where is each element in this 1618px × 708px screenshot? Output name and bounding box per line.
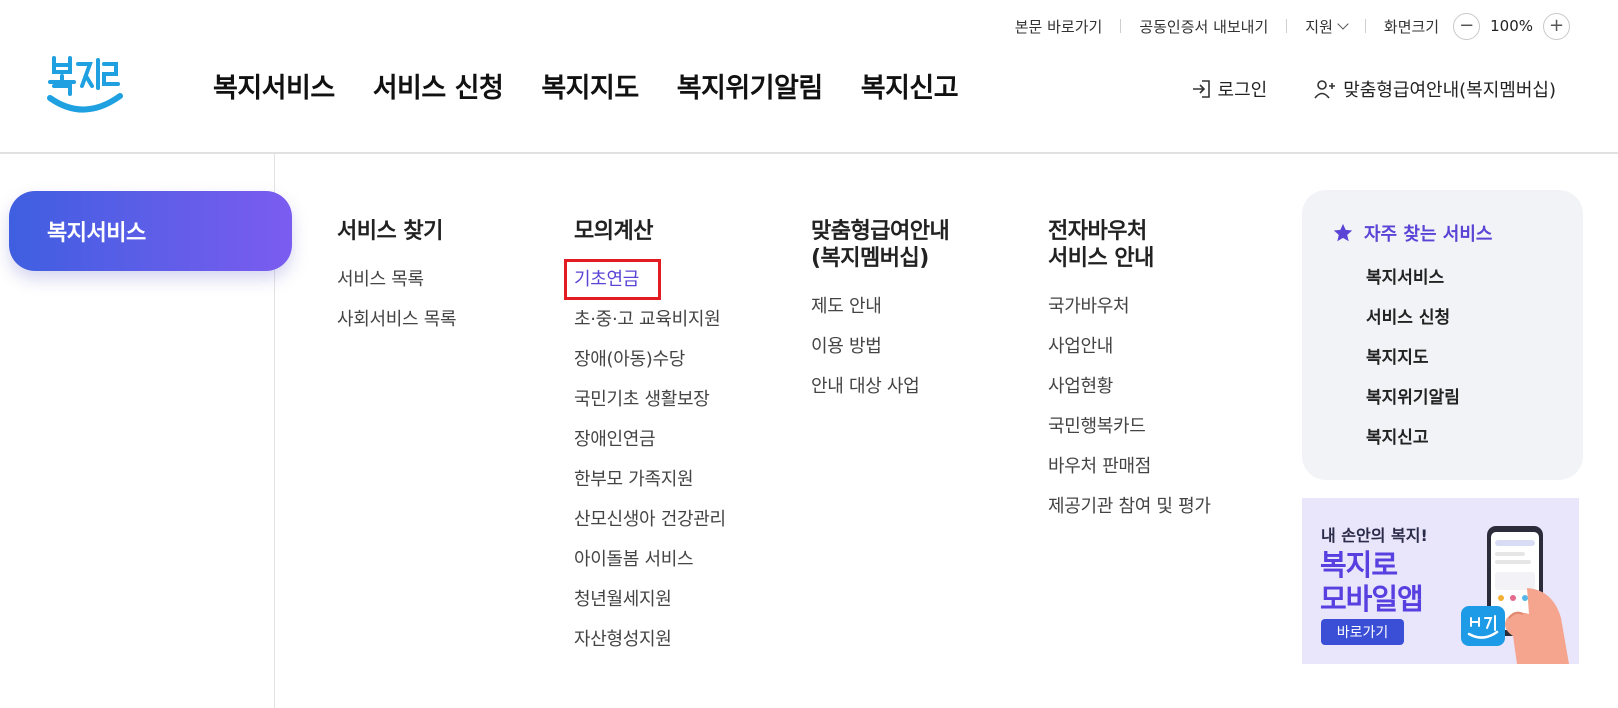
zoom-out-button[interactable]: − bbox=[1453, 12, 1481, 40]
star-icon bbox=[1333, 223, 1353, 242]
login-icon bbox=[1192, 80, 1210, 98]
membership-link[interactable]: 맞춤형급여안내(복지멤버십) bbox=[1313, 76, 1556, 102]
column-title: 서비스 찾기 bbox=[337, 219, 443, 244]
skip-to-content-link[interactable]: 본문 바로가기 bbox=[1015, 16, 1103, 37]
menu-item-national-voucher[interactable]: 국가바우처 bbox=[1048, 294, 1211, 334]
menu-list: 국가바우처 사업안내 사업현황 국민행복카드 바우처 판매점 제공기관 참여 및… bbox=[1048, 294, 1211, 534]
menu-item-social-service-list[interactable]: 사회서비스 목록 bbox=[337, 307, 457, 347]
selected-category-pill[interactable]: 복지서비스 bbox=[9, 191, 292, 271]
banner-subtitle: 내 손안의 복지! bbox=[1321, 526, 1428, 545]
menu-column-simulation: 모의계산 기초연금 초·중·고 교육비지원 장애(아동)수당 국민기초 생활보장… bbox=[564, 218, 726, 667]
menu-item-service-list[interactable]: 서비스 목록 bbox=[337, 267, 456, 307]
divider bbox=[1286, 19, 1288, 33]
menu-item-provider-evaluation[interactable]: 제공기관 참여 및 평가 bbox=[1048, 494, 1211, 534]
favorite-item-crisis-alert[interactable]: 복지위기알림 bbox=[1366, 386, 1460, 426]
cert-export-link[interactable]: 공동인증서 내보내기 bbox=[1139, 16, 1268, 37]
menu-list: 제도 안내 이용 방법 안내 대상 사업 bbox=[811, 294, 949, 414]
banner-title-line1: 복지로 bbox=[1320, 548, 1398, 582]
phone-in-hand-illustration bbox=[1461, 526, 1569, 664]
favorite-item-welfare-report[interactable]: 복지신고 bbox=[1366, 426, 1460, 466]
menu-item-system-guide[interactable]: 제도 안내 bbox=[811, 294, 949, 334]
bokjiro-logo-icon bbox=[47, 56, 123, 113]
banner-title-line2: 모바일앱 bbox=[1320, 582, 1424, 616]
menu-item-program-guide[interactable]: 사업안내 bbox=[1048, 334, 1211, 374]
menu-item-disability-pension[interactable]: 장애인연금 bbox=[574, 427, 726, 467]
left-panel: 복지서비스 bbox=[0, 154, 292, 708]
banner-go-button[interactable]: 바로가기 bbox=[1321, 619, 1404, 645]
menu-item-youth-rent[interactable]: 청년월세지원 bbox=[574, 587, 726, 627]
menu-item-childcare[interactable]: 아이돌봄 서비스 bbox=[574, 547, 726, 587]
login-link[interactable]: 로그인 bbox=[1190, 76, 1268, 102]
banner-title: 복지로 모바일앱 bbox=[1320, 548, 1424, 616]
menu-item-happiness-card[interactable]: 국민행복카드 bbox=[1048, 414, 1211, 454]
divider bbox=[1120, 19, 1122, 33]
zoom-label: 화면크기 bbox=[1383, 17, 1440, 36]
menu-list: 서비스 목록 사회서비스 목록 bbox=[337, 267, 457, 347]
zoom-value: 100% bbox=[1490, 17, 1533, 35]
menu-item-education-support[interactable]: 초·중·고 교육비지원 bbox=[574, 307, 726, 347]
gnb-item-welfare-service[interactable]: 복지서비스 bbox=[213, 66, 335, 105]
favorite-item-service-apply[interactable]: 서비스 신청 bbox=[1366, 306, 1460, 346]
favorites-header: 자주 찾는 서비스 bbox=[1332, 220, 1492, 246]
gnb-item-crisis-alert[interactable]: 복지위기알림 bbox=[677, 66, 824, 105]
zoom-in-button[interactable]: + bbox=[1543, 12, 1570, 40]
menu-item-basic-pension[interactable]: 기초연금 bbox=[564, 259, 726, 307]
gnb-item-welfare-map[interactable]: 복지지도 bbox=[541, 66, 639, 105]
user-add-icon bbox=[1314, 80, 1336, 99]
favorites-card: 자주 찾는 서비스 복지서비스 서비스 신청 복지지도 복지위기알림 복지신고 bbox=[1302, 190, 1583, 480]
menu-item-target-programs[interactable]: 안내 대상 사업 bbox=[811, 374, 949, 414]
highlight-box bbox=[564, 259, 661, 300]
header-actions: 로그인 맞춤형급여안내(복지멤버십) bbox=[1190, 76, 1556, 102]
chevron-down-icon bbox=[1337, 18, 1349, 30]
menu-item-how-to-use[interactable]: 이용 방법 bbox=[811, 334, 949, 374]
gnb-item-welfare-report[interactable]: 복지신고 bbox=[861, 66, 959, 105]
menu-item-asset-building[interactable]: 자산형성지원 bbox=[574, 627, 726, 667]
utility-bar: 본문 바로가기 공동인증서 내보내기 지원 화면크기 − 100% + bbox=[1015, 12, 1570, 40]
support-label: 지원 bbox=[1305, 17, 1333, 36]
menu-column-membership: 맞춤형급여안내 (복지멤버십) 제도 안내 이용 방법 안내 대상 사업 bbox=[811, 218, 950, 414]
menu-column-find-service: 서비스 찾기 서비스 목록 사회서비스 목록 bbox=[337, 218, 457, 347]
menu-item-basic-livelihood[interactable]: 국민기초 생활보장 bbox=[574, 387, 726, 427]
menu-item-single-parent[interactable]: 한부모 가족지원 bbox=[574, 467, 726, 507]
favorite-item-welfare-map[interactable]: 복지지도 bbox=[1366, 346, 1460, 386]
site-logo[interactable] bbox=[44, 52, 126, 118]
menu-column-voucher: 전자바우처 서비스 안내 국가바우처 사업안내 사업현황 국민행복카드 바우처 … bbox=[1048, 218, 1211, 534]
mobile-app-banner[interactable]: 내 손안의 복지! 복지로 모바일앱 바로가기 bbox=[1302, 498, 1579, 664]
divider bbox=[1364, 19, 1366, 33]
gnb-item-service-apply[interactable]: 서비스 신청 bbox=[373, 66, 504, 105]
membership-label: 맞춤형급여안내(복지멤버십) bbox=[1343, 80, 1556, 101]
column-title: 모의계산 bbox=[574, 219, 653, 244]
menu-item-disability-child-allowance[interactable]: 장애(아동)수당 bbox=[574, 347, 726, 387]
menu-list: 기초연금 초·중·고 교육비지원 장애(아동)수당 국민기초 생활보장 장애인연… bbox=[564, 259, 726, 667]
favorites-title: 자주 찾는 서비스 bbox=[1364, 224, 1493, 245]
login-label: 로그인 bbox=[1217, 80, 1268, 101]
support-dropdown[interactable]: 지원 bbox=[1305, 16, 1349, 37]
column-title: 맞춤형급여안내 (복지멤버십) bbox=[811, 219, 950, 271]
favorite-item-welfare-service[interactable]: 복지서비스 bbox=[1366, 266, 1460, 306]
column-title: 전자바우처 서비스 안내 bbox=[1048, 219, 1154, 271]
menu-item-program-status[interactable]: 사업현황 bbox=[1048, 374, 1211, 414]
menu-item-maternal-care[interactable]: 산모신생아 건강관리 bbox=[574, 507, 726, 547]
favorites-list: 복지서비스 서비스 신청 복지지도 복지위기알림 복지신고 bbox=[1366, 266, 1460, 466]
menu-item-voucher-store[interactable]: 바우처 판매점 bbox=[1048, 454, 1211, 494]
main-nav: 복지서비스 서비스 신청 복지지도 복지위기알림 복지신고 bbox=[213, 66, 959, 105]
